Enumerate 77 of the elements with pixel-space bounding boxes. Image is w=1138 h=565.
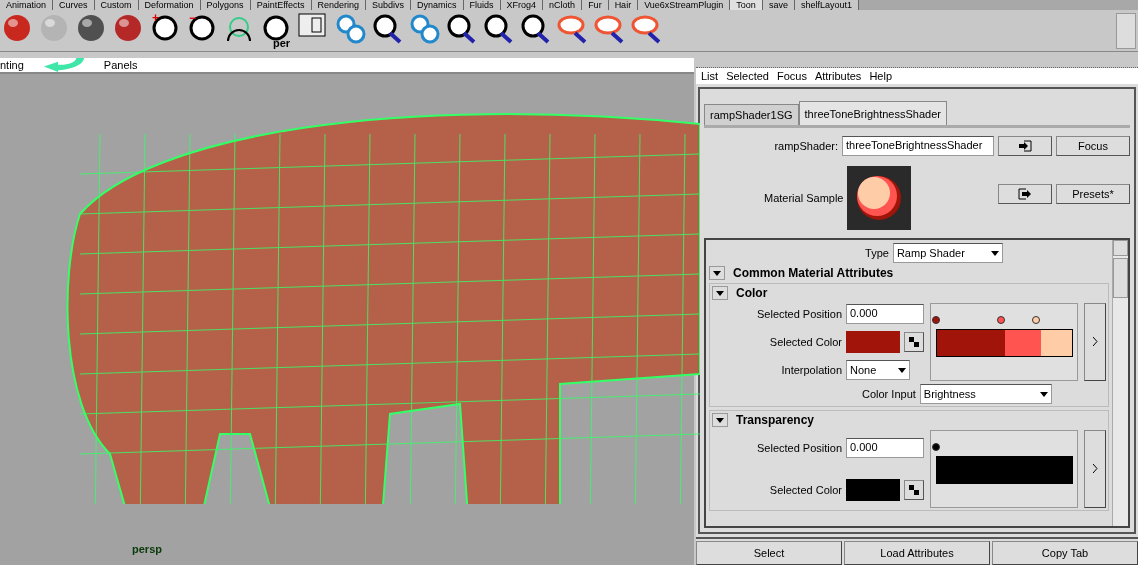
ramp-stop-handle[interactable] [1032, 316, 1041, 324]
field-label: Selected Color [768, 336, 842, 348]
curved-arrow-drawing [43, 58, 84, 72]
collapse-toggle[interactable] [709, 266, 725, 280]
expand-ramp-button[interactable] [1084, 430, 1106, 508]
ramp-editor[interactable] [930, 303, 1078, 381]
section-title: Common Material Attributes [733, 266, 894, 280]
ring-brush-icon [520, 12, 552, 45]
viewport-menu-item[interactable]: Panels [103, 59, 138, 71]
panel-drag-handle[interactable] [696, 58, 1138, 68]
two-rings-icon [335, 12, 367, 45]
output-connection-button[interactable] [998, 184, 1052, 204]
node-name-input[interactable]: threeToneBrightnessShader [842, 136, 994, 156]
arrow-into-box-icon [1018, 140, 1032, 152]
menu-item[interactable]: Help [869, 70, 892, 82]
panel-icon [298, 12, 326, 37]
node-tab[interactable]: threeToneBrightnessShader [798, 101, 947, 125]
collapse-toggle[interactable] [712, 413, 728, 427]
sign-label: − [189, 10, 196, 25]
sign-label: + [152, 10, 159, 25]
ring-brush-icon [483, 12, 515, 45]
dropdown-arrow-icon [898, 367, 906, 373]
collapse-toggle[interactable] [712, 286, 728, 300]
presets-button[interactable]: Presets* [1056, 184, 1130, 204]
field-label: Material Sample [764, 192, 844, 204]
editor-button[interactable]: Load Attributes [844, 541, 990, 565]
chevron-right-icon [1092, 337, 1098, 346]
field-label: Color Input [862, 388, 916, 400]
expand-ramp-button[interactable] [1084, 303, 1106, 381]
scrollbar[interactable] [1112, 240, 1128, 526]
menu-item[interactable]: Focus [776, 70, 807, 82]
field-label: rampShader: [774, 140, 838, 152]
shelf-scrollbar[interactable] [1116, 12, 1136, 49]
color-swatch[interactable] [846, 478, 900, 501]
node-tab[interactable]: rampShader1SG [704, 104, 799, 125]
ramp-stop-handle[interactable] [997, 316, 1005, 324]
checker-icon [909, 337, 919, 347]
checker-button[interactable] [904, 332, 924, 352]
checker-button[interactable] [904, 479, 924, 500]
dropdown-arrow-icon [716, 290, 724, 296]
field-label: Type [865, 247, 889, 259]
section-title: Transparency [736, 413, 815, 427]
dropdown-arrow-icon [716, 417, 724, 423]
focus-button[interactable]: Focus [1056, 136, 1130, 156]
color-input-dropdown[interactable]: Brightness [919, 384, 1052, 404]
field-label: Interpolation [780, 364, 842, 377]
menu-item[interactable]: List [701, 70, 719, 82]
viewport-menu-item[interactable]: nting [0, 59, 24, 71]
field-label: Selected Position [756, 441, 842, 454]
position-input[interactable]: 0.000 [846, 303, 924, 324]
arrow-out-box-icon [1018, 188, 1032, 200]
input-connection-button[interactable] [998, 136, 1052, 156]
ramp-stop-handle[interactable] [932, 316, 940, 324]
section-title: Color [736, 286, 768, 300]
chevron-right-icon [1092, 464, 1098, 473]
position-input[interactable]: 0.000 [846, 437, 924, 458]
camera-label: persp [132, 543, 162, 555]
color-swatch[interactable] [846, 331, 900, 353]
ramp-editor[interactable] [930, 430, 1078, 508]
dropdown-arrow-icon [1039, 391, 1048, 397]
editor-button[interactable]: Copy Tab [992, 541, 1138, 565]
ramp-stop-handle[interactable] [932, 443, 940, 451]
dropdown-arrow-icon [713, 270, 721, 276]
button-caption: per [273, 37, 291, 49]
menu-item[interactable]: Attributes [814, 70, 862, 82]
editor-button[interactable]: Select [696, 541, 842, 565]
type-dropdown[interactable]: Ramp Shader [892, 243, 1003, 263]
field-label: Selected Position [756, 307, 842, 320]
field-label: Selected Color [768, 483, 842, 496]
ring-brush-icon [372, 12, 404, 45]
checker-icon [909, 484, 919, 495]
ring-brush-icon [446, 12, 478, 45]
menu-item[interactable]: Selected [726, 70, 769, 82]
shaded-sphere-icon [855, 174, 904, 222]
two-rings-icon [409, 12, 441, 45]
interpolation-dropdown[interactable]: None [846, 360, 910, 381]
dropdown-arrow-icon [990, 250, 999, 256]
